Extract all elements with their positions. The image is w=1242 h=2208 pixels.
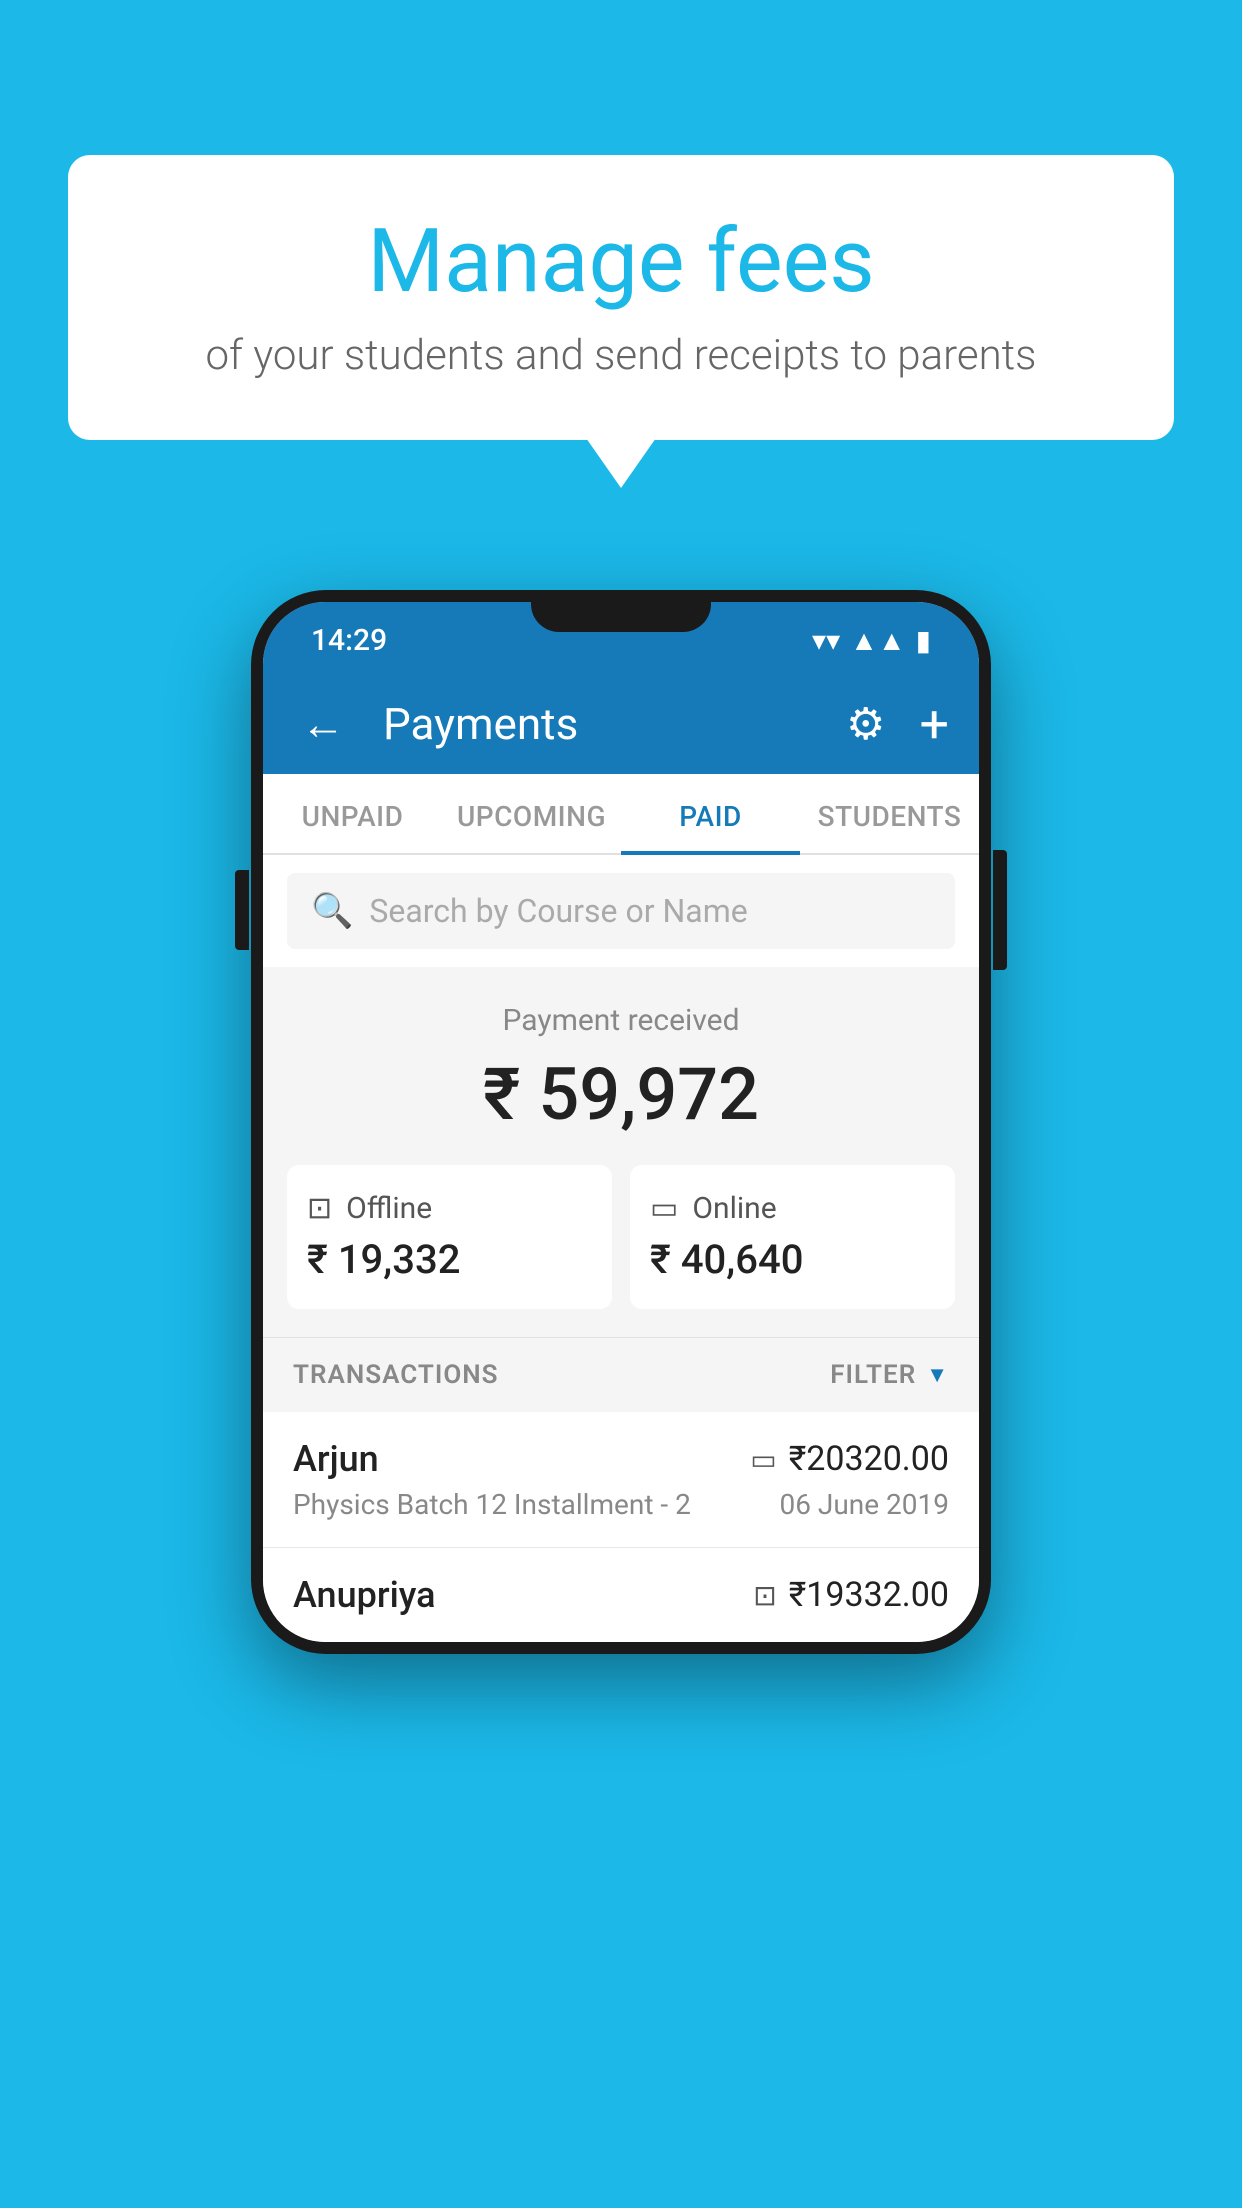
table-row[interactable]: Anupriya ⊡ ₹19332.00 xyxy=(263,1548,979,1642)
bubble-title: Manage fees xyxy=(128,210,1114,313)
app-bar: ← Payments ⚙ + xyxy=(263,674,979,774)
tab-students[interactable]: STUDENTS xyxy=(800,774,979,853)
filter-button[interactable]: FILTER ▼ xyxy=(830,1360,949,1390)
transaction-amount-wrap: ⊡ ₹19332.00 xyxy=(753,1575,949,1615)
transactions-label: TRANSACTIONS xyxy=(293,1360,499,1390)
offline-amount: ₹ 19,332 xyxy=(307,1236,592,1283)
table-row[interactable]: Arjun ▭ ₹20320.00 Physics Batch 12 Insta… xyxy=(263,1412,979,1548)
status-icons: ▾▾ ▲▲ ▮ xyxy=(812,624,931,657)
signal-icon: ▲▲ xyxy=(850,624,905,657)
phone-mockup: 14:29 ▾▾ ▲▲ ▮ ← Payments ⚙ + UNPAID xyxy=(251,590,991,1654)
phone-notch xyxy=(531,590,711,632)
search-container: 🔍 Search by Course or Name xyxy=(263,855,979,967)
cash-icon: ⊡ xyxy=(753,1579,776,1612)
tab-bar: UNPAID UPCOMING PAID STUDENTS xyxy=(263,774,979,855)
card-icon: ▭ xyxy=(750,1443,776,1476)
status-time: 14:29 xyxy=(311,623,387,658)
online-card: ▭ Online ₹ 40,640 xyxy=(630,1165,955,1309)
payment-received-label: Payment received xyxy=(287,1003,955,1038)
wifi-icon: ▾▾ xyxy=(812,624,840,657)
tab-paid[interactable]: PAID xyxy=(621,774,800,853)
tab-unpaid[interactable]: UNPAID xyxy=(263,774,442,853)
transaction-amount-wrap: ▭ ₹20320.00 xyxy=(750,1439,949,1479)
payment-summary: Payment received ₹ 59,972 ⊡ Offline ₹ 19… xyxy=(263,967,979,1337)
battery-icon: ▮ xyxy=(916,624,931,657)
back-button[interactable]: ← xyxy=(293,690,353,758)
payment-total: ₹ 59,972 xyxy=(287,1052,955,1137)
search-box[interactable]: 🔍 Search by Course or Name xyxy=(287,873,955,949)
offline-card: ⊡ Offline ₹ 19,332 xyxy=(287,1165,612,1309)
online-amount: ₹ 40,640 xyxy=(650,1236,935,1283)
phone-frame: 14:29 ▾▾ ▲▲ ▮ ← Payments ⚙ + UNPAID xyxy=(251,590,991,1654)
filter-icon: ▼ xyxy=(926,1362,949,1388)
payment-cards: ⊡ Offline ₹ 19,332 ▭ Online ₹ 40,640 xyxy=(287,1165,955,1309)
add-button[interactable]: + xyxy=(919,694,949,755)
offline-icon: ⊡ xyxy=(307,1191,332,1226)
settings-icon[interactable]: ⚙ xyxy=(846,698,885,750)
tab-upcoming[interactable]: UPCOMING xyxy=(442,774,621,853)
search-icon: 🔍 xyxy=(311,891,353,931)
transaction-date: 06 June 2019 xyxy=(779,1488,949,1521)
transaction-course: Physics Batch 12 Installment - 2 xyxy=(293,1488,691,1521)
transaction-amount: ₹20320.00 xyxy=(789,1439,949,1479)
online-label: Online xyxy=(692,1191,776,1226)
app-bar-title: Payments xyxy=(383,698,826,750)
search-placeholder: Search by Course or Name xyxy=(369,892,747,930)
transactions-header: TRANSACTIONS FILTER ▼ xyxy=(263,1337,979,1412)
bubble-subtitle: of your students and send receipts to pa… xyxy=(128,331,1114,380)
filter-text: FILTER xyxy=(830,1360,916,1390)
offline-label: Offline xyxy=(346,1191,432,1226)
transaction-name: Arjun xyxy=(293,1438,379,1480)
phone-screen: 14:29 ▾▾ ▲▲ ▮ ← Payments ⚙ + UNPAID xyxy=(263,602,979,1642)
transaction-amount: ₹19332.00 xyxy=(789,1575,949,1615)
online-icon: ▭ xyxy=(650,1191,678,1226)
speech-bubble: Manage fees of your students and send re… xyxy=(68,155,1174,440)
transaction-name: Anupriya xyxy=(293,1574,436,1616)
